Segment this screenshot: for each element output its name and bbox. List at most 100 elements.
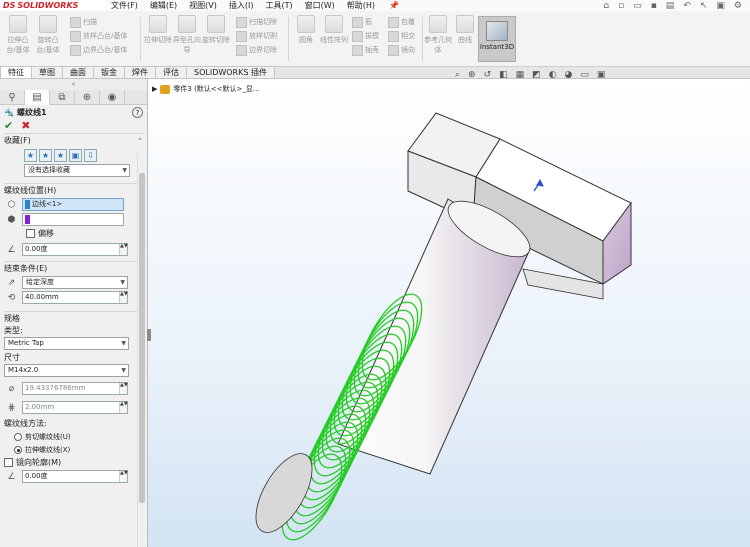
menu-edit[interactable]: 编辑(E) [150,0,177,11]
panel-scrollbar[interactable] [137,153,145,547]
extrude-thread-radio[interactable] [14,445,22,454]
linear-pattern-button[interactable]: 线性阵列 [320,15,348,45]
loft-cut-button[interactable]: 放样切割 [236,29,277,43]
cut-thread-radio[interactable] [14,432,22,441]
thread-method-label: 螺纹线方法: [4,419,47,428]
rib-button[interactable]: 筋 [352,15,379,29]
hole-wizard-label: 异型孔向导 [173,36,201,54]
spin-arrows-icon[interactable]: ▲▼ [119,471,128,482]
property-manager-tab-icon[interactable]: ▤ [25,90,50,105]
face-selection-box[interactable] [22,213,124,226]
solidworks-logo[interactable]: DS SOLIDWORKS [0,0,105,11]
diameter-input[interactable]: 19.43376786mm ▲▼ [22,382,128,395]
mirror-profile-checkbox[interactable] [4,458,13,467]
menu-view[interactable]: 视图(V) [189,0,217,11]
revolve-boss-button[interactable]: 旋转凸台/基体 [34,15,62,55]
collapse-chevron-icon[interactable]: ⌃ [137,137,143,145]
bottom-angle-input[interactable]: 0.00度 ▲▼ [22,470,128,483]
tab-sheet-metal[interactable]: 钣金 [93,66,125,78]
depth-input[interactable]: 40.00mm ▲▼ [22,291,128,304]
panel-collapse-chevron-icon[interactable]: « [0,79,147,90]
new-icon[interactable]: ▫ [618,1,624,11]
display-manager-tab-icon[interactable]: ◉ [100,90,125,105]
curves-button[interactable]: 曲线 [451,15,479,45]
menu-file[interactable]: 文件(F) [111,0,138,11]
reference-geometry-button[interactable]: 参考几何体 [424,15,452,55]
mirror-profile-row[interactable]: 镜向轮廓(M) [4,456,143,469]
reverse-direction-icon[interactable]: ⇗ [4,276,19,289]
favorite-load-icon[interactable]: ⇩ [84,149,97,162]
boundary-cut-button[interactable]: 边界切除 [236,43,277,57]
favorite-delete-icon[interactable]: ★ [54,149,67,162]
save-icon[interactable]: ▪ [651,1,657,11]
revolve-cut-button[interactable]: 旋转切除 [202,15,230,45]
specification-header[interactable]: 规格⌃ [4,311,143,325]
open-icon[interactable]: ▭ [633,1,642,11]
bolt-model[interactable] [148,79,750,547]
favorites-header[interactable]: 收藏(F) ⌃ [4,133,143,147]
undo-icon[interactable]: ↶ [683,1,691,11]
start-angle-input[interactable]: 0.00度 ▲▼ [22,243,128,256]
thread-type-select[interactable]: Metric Tap ▼ [4,337,129,350]
tab-sketch[interactable]: 草图 [31,66,63,78]
tab-evaluate[interactable]: 评估 [155,66,187,78]
cut-thread-radio-row[interactable]: 剪切螺纹线(U) [4,430,143,443]
home-icon[interactable]: ⌂ [603,1,609,11]
offset-checkbox-row[interactable]: 偏移 [4,227,143,240]
feature-manager-tab-icon[interactable]: ⚲ [0,90,25,105]
instant3d-button[interactable]: Instant3D [478,16,516,62]
pin-icon[interactable]: 📌 [389,1,399,10]
end-condition-select[interactable]: 给定深度 ▼ [22,276,128,289]
rebuild-icon[interactable]: ▣ [716,1,725,11]
location-header[interactable]: 螺纹线位置(H)⌃ [4,183,143,197]
spin-arrows-icon[interactable]: ▲▼ [119,292,128,303]
command-manager: 拉伸凸台/基体 旋转凸台/基体 扫描 放样凸台/基体 边界凸台/基体 拉伸切除 … [0,11,750,67]
intersect-button[interactable]: 相交 [388,29,415,43]
pitch-input[interactable]: 2.00mm ▲▼ [22,401,128,414]
print-icon[interactable]: ▤ [666,1,675,11]
dimxpert-tab-icon[interactable]: ⊕ [75,90,100,105]
menu-help[interactable]: 帮助(H) [347,0,375,11]
ok-check-icon[interactable]: ✔ [4,119,13,132]
options-icon[interactable]: ⚙ [734,1,742,11]
loft-boss-button[interactable]: 放样凸台/基体 [70,29,127,43]
menu-window[interactable]: 窗口(W) [305,0,335,11]
shell-button[interactable]: 抽壳 [352,43,379,57]
select-icon[interactable]: ↖ [700,1,708,11]
mirror-button[interactable]: 镜向 [388,43,415,57]
boundary-boss-button[interactable]: 边界凸台/基体 [70,43,127,57]
scrollbar-thumb[interactable] [139,173,145,503]
favorites-select[interactable]: 没有选择收藏 ▼ [24,164,130,177]
app-name: SOLIDWORKS [17,1,79,10]
tab-features[interactable]: 特征 [0,66,32,78]
end-condition-header[interactable]: 结束条件(E)⌃ [4,261,143,275]
menu-tools[interactable]: 工具(T) [265,0,292,11]
edge-selection-box[interactable]: 边线<1> [22,198,124,211]
favorite-update-icon[interactable]: ★ [39,149,52,162]
tab-surfaces[interactable]: 曲面 [62,66,94,78]
extrude-thread-radio-row[interactable]: 拉伸螺纹线(X) [4,443,143,456]
favorite-add-icon[interactable]: ★ [24,149,37,162]
offset-checkbox[interactable] [26,229,35,238]
selection-color-marker [25,199,30,209]
menu-insert[interactable]: 插入(I) [229,0,254,11]
sweep-cut-button[interactable]: 扫描切除 [236,15,277,29]
thread-size-select[interactable]: M14x2.0 ▼ [4,364,129,377]
configuration-manager-tab-icon[interactable]: ⧉ [50,90,75,105]
spin-arrows-icon[interactable]: ▲▼ [119,244,128,255]
fillet-button[interactable]: 圆角 [292,15,320,45]
extrude-boss-button[interactable]: 拉伸凸台/基体 [4,15,32,55]
draft-button[interactable]: 拔模 [352,29,379,43]
favorite-save-icon[interactable]: ▣ [69,149,82,162]
tab-addins[interactable]: SOLIDWORKS 插件 [186,66,275,78]
panel-splitter-handle[interactable] [147,329,151,341]
sweep-button[interactable]: 扫描 [70,15,127,29]
spin-arrows-icon[interactable]: ▲▼ [119,383,128,394]
wrap-button[interactable]: 包覆 [388,15,415,29]
cancel-x-icon[interactable]: ✖ [21,119,30,132]
spin-arrows-icon[interactable]: ▲▼ [119,402,128,413]
hole-wizard-button[interactable]: 异型孔向导 [173,15,201,55]
tab-weldments[interactable]: 焊件 [124,66,156,78]
help-icon[interactable]: ? [132,106,143,118]
extrude-cut-button[interactable]: 拉伸切除 [144,15,172,45]
